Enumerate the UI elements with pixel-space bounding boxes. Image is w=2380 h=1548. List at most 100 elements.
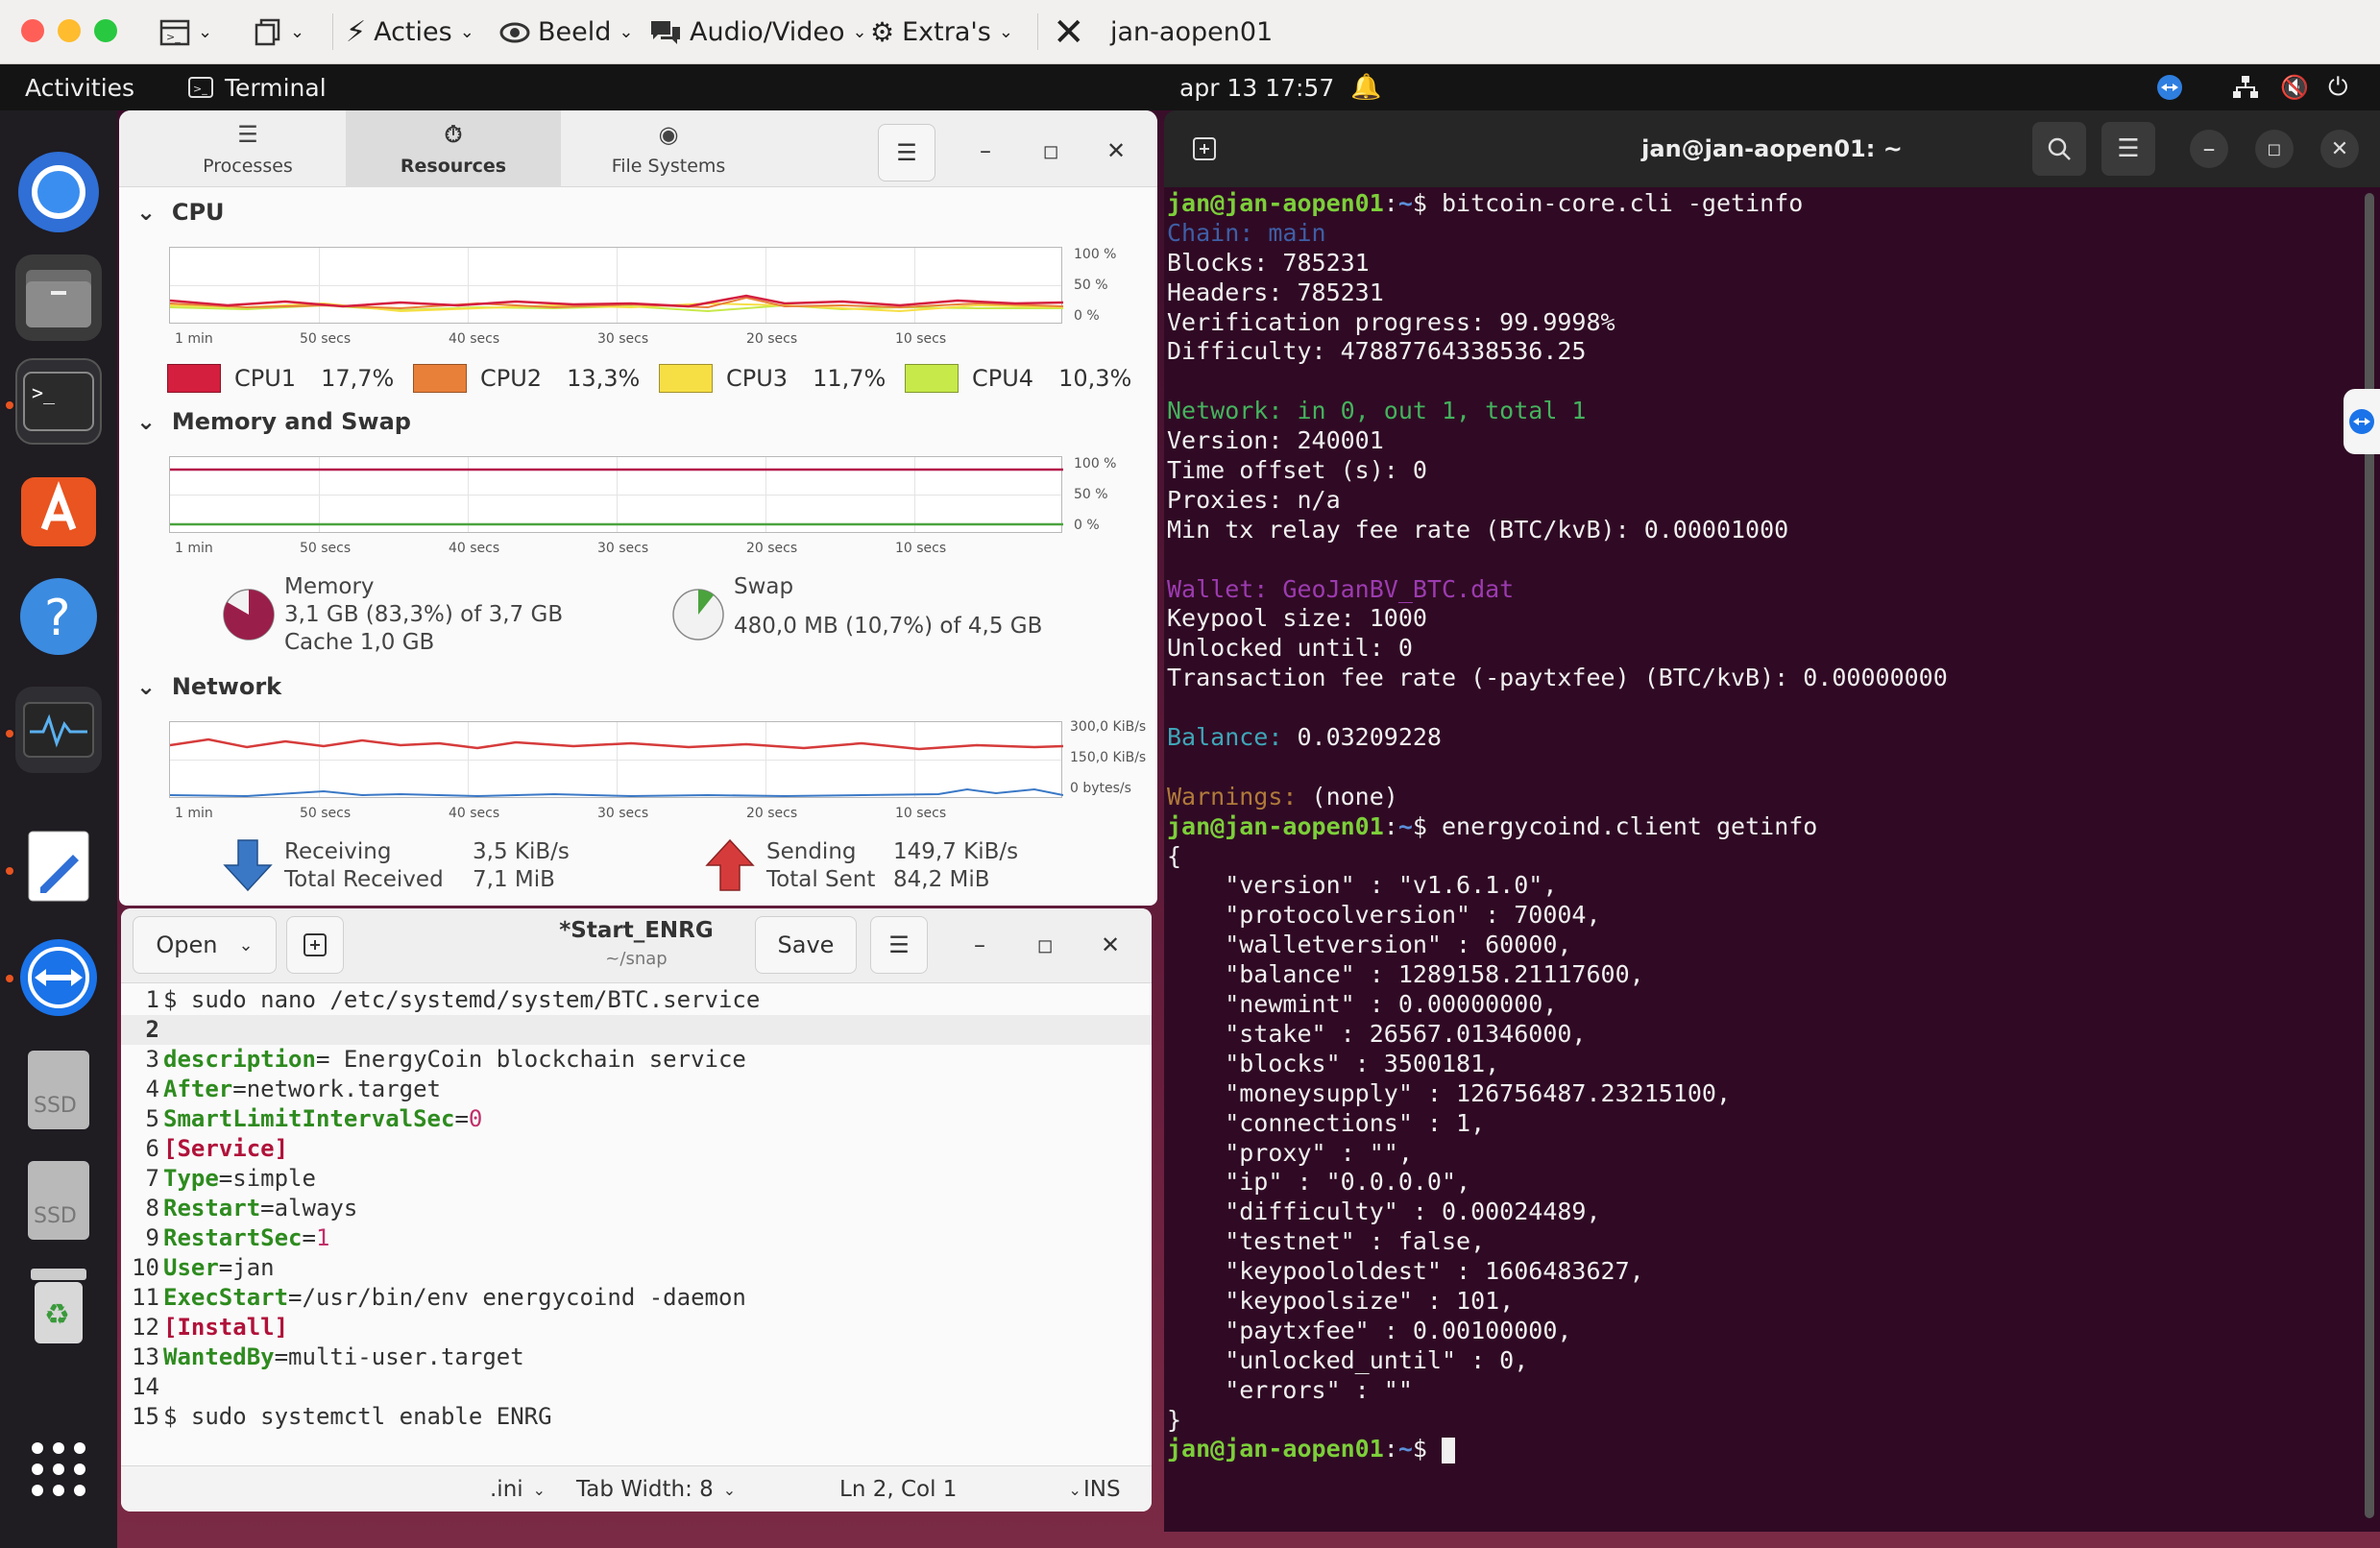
editor-line[interactable]: 12 [Install] (121, 1313, 1152, 1342)
total-received-value: 7,1 MiB (473, 867, 555, 892)
hamburger-menu-icon[interactable]: ☰ (870, 916, 928, 974)
insert-mode[interactable]: INS (1083, 1466, 1121, 1512)
search-icon[interactable] (2032, 122, 2086, 176)
maximize-icon[interactable]: ◻ (2255, 130, 2294, 168)
teamviewer-side-panel-tab[interactable] (2344, 389, 2380, 454)
editor-line[interactable]: 3 description= EnergyCoin blockchain serv… (121, 1045, 1152, 1075)
disconnect-icon[interactable]: ✕ (1053, 0, 1085, 64)
code-token: =jan (218, 1254, 275, 1281)
x-axis-label: 40 secs (449, 541, 500, 556)
system-monitor-icon[interactable] (15, 687, 102, 773)
memory-value: 3,1 GB (83,3%) of 3,7 GB (284, 602, 564, 627)
editor-line[interactable]: 8 Restart=always (121, 1194, 1152, 1223)
editor-line[interactable]: 9 RestartSec=1 (121, 1223, 1152, 1253)
editor-line[interactable]: 6 [Service] (121, 1134, 1152, 1164)
minimize-icon[interactable]: – (960, 926, 999, 964)
clock[interactable]: apr 13 17:57 (1179, 64, 1334, 110)
ssd-drive-icon[interactable]: SSD (15, 1047, 102, 1133)
x-axis-label: 1 min (175, 806, 213, 821)
x-axis-label: 10 secs (895, 541, 947, 556)
editor-line[interactable]: 13 WantedBy=multi-user.target (121, 1342, 1152, 1372)
minimize-icon[interactable]: – (966, 132, 1005, 170)
network-section-header[interactable]: ⌄ Network (136, 673, 281, 700)
editor-line[interactable]: 2 (121, 1015, 1152, 1045)
chromium-icon[interactable] (15, 149, 102, 235)
terminal-icon[interactable]: >_ (15, 358, 102, 445)
cpu-section-header[interactable]: ⌄ CPU (136, 199, 225, 226)
terminal-line: Warnings: (none) (1167, 783, 2358, 812)
editor-text-area[interactable]: 1 $ sudo nano /etc/systemd/system/BTC.ser… (121, 985, 1152, 1430)
color-swatch[interactable] (167, 364, 221, 393)
hamburger-menu-icon[interactable]: ☰ (2101, 122, 2155, 176)
files-icon[interactable] (15, 254, 102, 341)
editor-line[interactable]: 1 $ sudo nano /etc/systemd/system/BTC.ser… (121, 985, 1152, 1015)
save-button[interactable]: Save (755, 916, 857, 974)
terminal-line: "keypoololdest" : 1606483627, (1167, 1257, 2358, 1287)
editor-line[interactable]: 5 SmartLimitIntervalSec=0 (121, 1104, 1152, 1134)
tab-file-systems[interactable]: ◉ File Systems (561, 110, 776, 187)
teamviewer-icon[interactable] (15, 934, 102, 1021)
hamburger-menu-icon[interactable]: ☰ (878, 124, 935, 181)
tab-width-selector[interactable]: Tab Width: 8 ⌄ (576, 1466, 736, 1512)
minimize-window-dot[interactable] (58, 19, 81, 42)
color-swatch[interactable] (905, 364, 959, 393)
power-icon[interactable]: ⏻ (2328, 64, 2348, 110)
text-editor-icon[interactable] (15, 823, 102, 909)
editor-line[interactable]: 10 User=jan (121, 1253, 1152, 1283)
editor-line[interactable]: 11 ExecStart=/usr/bin/env energycoind -da… (121, 1283, 1152, 1313)
color-swatch[interactable] (659, 364, 713, 393)
language-selector[interactable]: .ini ⌄ (490, 1466, 546, 1512)
app-center-icon[interactable] (15, 466, 102, 552)
activities-button[interactable]: Activities (25, 64, 134, 110)
maximize-icon[interactable]: ◻ (1032, 132, 1070, 170)
tab-resources[interactable]: ⏱ Resources (346, 110, 561, 187)
teamviewer-tray-icon[interactable] (2155, 64, 2184, 110)
menu-extras[interactable]: ⚙ Extra's ⌄ (870, 0, 1013, 64)
upload-arrow-icon[interactable] (705, 838, 755, 892)
close-icon[interactable]: ✕ (1091, 926, 1129, 964)
line-number: 8 (145, 1195, 159, 1221)
close-icon[interactable]: ✕ (1097, 132, 1135, 170)
menu-beeld[interactable]: Beeld ⌄ (499, 0, 633, 64)
window-layout-icon: >_ (159, 19, 190, 45)
network-wired-icon[interactable] (2232, 64, 2259, 110)
cpu1-legend[interactable]: CPU1 17,7% (167, 364, 394, 393)
editor-line[interactable]: 15 $ sudo systemctl enable ENRG (121, 1402, 1152, 1432)
cpu4-legend[interactable]: CPU4 10,3% (905, 364, 1131, 393)
close-icon[interactable]: ✕ (2320, 130, 2359, 168)
ssd-drive-icon[interactable]: SSD (15, 1157, 102, 1244)
swap-usage-pie[interactable] (670, 587, 726, 642)
terminal-output[interactable]: jan@jan-aopen01:~$ bitcoin-core.cli -get… (1167, 189, 2358, 1464)
view-mode-dropdown[interactable]: >_ ⌄ (159, 0, 212, 64)
code-token: SmartLimitIntervalSec (163, 1105, 455, 1132)
tab-processes[interactable]: ☰ Processes (140, 110, 355, 187)
zoom-window-dot[interactable] (94, 19, 117, 42)
cpu2-legend[interactable]: CPU2 13,3% (413, 364, 640, 393)
cpu3-legend[interactable]: CPU3 11,7% (659, 364, 886, 393)
menu-acties[interactable]: ⚡ Acties ⌄ (346, 0, 474, 64)
memory-section-header[interactable]: ⌄ Memory and Swap (136, 408, 411, 435)
dock: >_ ? SSD SSD ♻ (0, 110, 117, 1548)
help-icon[interactable]: ? (15, 573, 102, 660)
terminal-text: Verification progress: 99.9998% (1167, 307, 1615, 336)
code-token: Restart (163, 1195, 261, 1221)
line-content: User=jan (163, 1253, 275, 1283)
editor-line[interactable]: 4 After=network.target (121, 1075, 1152, 1104)
volume-muted-icon[interactable]: 🔇 (2280, 64, 2309, 110)
memory-usage-pie[interactable] (221, 587, 277, 642)
show-apps-icon[interactable] (15, 1426, 102, 1512)
terminal-text: Unlocked until: 0 (1167, 634, 1413, 663)
close-window-dot[interactable] (21, 19, 44, 42)
terminal-text: Warnings: (1167, 782, 1298, 810)
color-swatch[interactable] (413, 364, 467, 393)
minimize-icon[interactable]: – (2190, 130, 2228, 168)
maximize-icon[interactable]: ◻ (1026, 926, 1064, 964)
editor-line[interactable]: 7 Type=simple (121, 1164, 1152, 1194)
receiving-label: Receiving (284, 839, 392, 864)
trash-icon[interactable]: ♻ (15, 1263, 102, 1349)
app-menu[interactable]: >_ Terminal (188, 64, 327, 110)
editor-line[interactable]: 14 (121, 1372, 1152, 1402)
download-arrow-icon[interactable] (223, 838, 273, 892)
monitor-dropdown[interactable]: ⌄ (254, 0, 304, 64)
menu-audio-video[interactable]: Audio/Video ⌄ (649, 0, 867, 64)
